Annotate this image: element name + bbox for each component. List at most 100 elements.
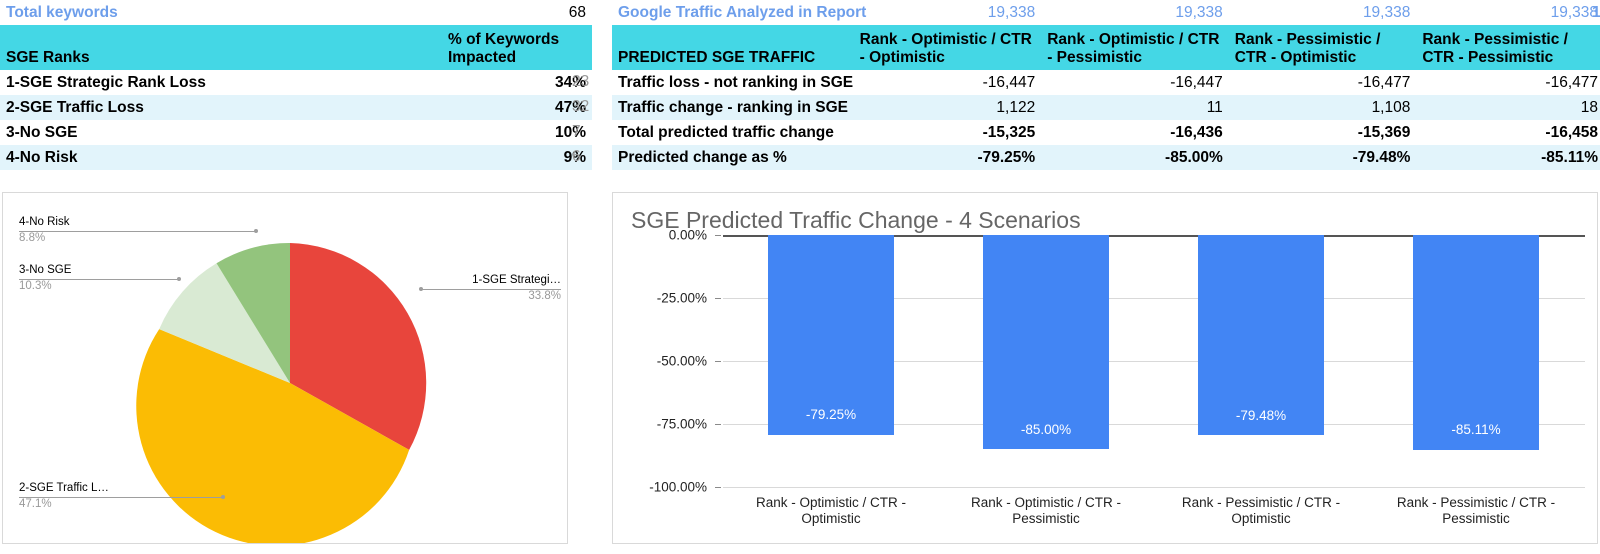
pie-label-pct: 33.8% xyxy=(528,289,561,302)
x-axis-label-scenario-3: Rank - Pessimistic / CTR - Optimistic xyxy=(1181,495,1341,526)
keyword-count: 23 xyxy=(572,73,590,90)
rank-pct: 34% xyxy=(442,70,592,95)
pie-leader-line xyxy=(19,497,224,498)
pie-leader-line xyxy=(421,289,561,290)
bar-value-label: -79.48% xyxy=(1235,408,1287,423)
pie-leader-dot xyxy=(177,277,181,281)
bar-scenario-2[interactable] xyxy=(983,235,1109,450)
sge-ranks-pie-chart-panel: 4-No Risk 8.8% 3-No SGE 10.3% 2-SGE Traf… xyxy=(2,192,568,544)
metric-label: Traffic loss - not ranking in SGE xyxy=(612,70,854,95)
header-scenario-3: Rank - Pessimistic / CTR - Optimistic xyxy=(1228,25,1417,70)
google-traffic-value: 19,338 xyxy=(1228,0,1417,25)
bar-scenario-1[interactable] xyxy=(768,235,894,435)
pie-chart: 4-No Risk 8.8% 3-No SGE 10.3% 2-SGE Traf… xyxy=(3,193,567,543)
pie-label-text: 4-No Risk xyxy=(19,216,70,228)
metric-value: -16,436 xyxy=(1041,120,1229,145)
pie-label-text: 3-No SGE xyxy=(19,264,72,276)
total-keywords-row: Total keywords 68 xyxy=(0,0,592,25)
x-axis-label-scenario-1: Rank - Optimistic / CTR - Optimistic xyxy=(755,495,906,526)
bar-value-label: -85.00% xyxy=(1020,422,1072,437)
pie-leader-dot xyxy=(221,495,225,499)
metric-label: Predicted change as % xyxy=(612,145,854,170)
bar-value-label: -85.11% xyxy=(1451,422,1501,437)
rank-name: 4-No Risk xyxy=(0,145,442,170)
pie-leader-line xyxy=(19,279,180,280)
table-row: 1-SGE Strategic Rank Loss 34% xyxy=(0,70,592,95)
tick-0 xyxy=(715,235,721,236)
google-traffic-value-clipped: 1 xyxy=(1592,4,1600,21)
table-row: Predicted change as % -79.25% -85.00% -7… xyxy=(612,145,1600,170)
rank-pct: 47% xyxy=(442,95,592,120)
tick-75 xyxy=(715,424,721,425)
predicted-traffic-header-row: PREDICTED SGE TRAFFIC Rank - Optimistic … xyxy=(612,25,1600,70)
google-traffic-value: 19,338 xyxy=(1416,0,1600,25)
metric-value: -79.25% xyxy=(853,145,1042,170)
bar-scenario-4[interactable] xyxy=(1413,235,1539,450)
metric-value: -15,325 xyxy=(853,120,1042,145)
table-row: Traffic change - ranking in SGE 1,122 11… xyxy=(612,95,1600,120)
sge-ranks-header-row: SGE Ranks % of Keywords Impacted xyxy=(0,25,592,70)
google-traffic-value: 19,338 xyxy=(1041,0,1229,25)
y-axis-label-50: -50.00% xyxy=(656,353,707,369)
sge-predicted-traffic-change-chart-panel: SGE Predicted Traffic Change - 4 Scenari… xyxy=(612,192,1598,544)
metric-value: -15,369 xyxy=(1228,120,1417,145)
table-row: 3-No SGE 10% xyxy=(0,120,592,145)
y-axis-label-25: -25.00% xyxy=(656,290,707,306)
pie-leader-line xyxy=(19,231,257,232)
header-scenario-4: Rank - Pessimistic / CTR - Pessimistic xyxy=(1416,25,1600,70)
metric-label: Total predicted traffic change xyxy=(612,120,854,145)
header-predicted-sge-traffic: PREDICTED SGE TRAFFIC xyxy=(612,25,854,70)
pie-label-pct: 47.1% xyxy=(19,497,52,510)
pie-leader-dot xyxy=(419,287,423,291)
metric-value: -16,458 xyxy=(1416,120,1600,145)
rank-pct: 10% xyxy=(442,120,592,145)
rank-pct: 9% xyxy=(442,145,592,170)
metric-value: -16,477 xyxy=(1228,70,1417,95)
total-keywords-value: 68 xyxy=(442,0,592,25)
total-keywords-label: Total keywords xyxy=(0,0,442,25)
pie-leader-dot xyxy=(254,229,258,233)
pie-label-text: 2-SGE Traffic L… xyxy=(19,482,109,494)
y-axis-label-0: 0.00% xyxy=(668,227,707,243)
keyword-count: 6 xyxy=(572,148,581,165)
header-pct-keywords-impacted: % of Keywords Impacted xyxy=(442,25,592,70)
table-row: 2-SGE Traffic Loss 47% xyxy=(0,95,592,120)
bar-scenario-3[interactable] xyxy=(1198,235,1324,436)
header-scenario-2: Rank - Optimistic / CTR - Pessimistic xyxy=(1041,25,1229,70)
rank-name: 1-SGE Strategic Rank Loss xyxy=(0,70,442,95)
pie-label-text: 1-SGE Strategi… xyxy=(472,274,561,286)
tick-50 xyxy=(715,361,721,362)
gridline-100 xyxy=(723,487,1585,488)
metric-value: 18 xyxy=(1416,95,1600,120)
metric-value: 1,122 xyxy=(853,95,1042,120)
google-traffic-value: 19,338 xyxy=(853,0,1042,25)
metric-label: Traffic change - ranking in SGE xyxy=(612,95,854,120)
rank-name: 3-No SGE xyxy=(0,120,442,145)
metric-value: -16,447 xyxy=(1041,70,1229,95)
google-traffic-analyzed-row: Google Traffic Analyzed in Report 19,338… xyxy=(612,0,1600,25)
metric-value: -79.48% xyxy=(1228,145,1417,170)
table-row: Traffic loss - not ranking in SGE -16,44… xyxy=(612,70,1600,95)
pie-label-pct: 10.3% xyxy=(19,279,52,292)
metric-value: -85.11% xyxy=(1416,145,1600,170)
metric-value: 1,108 xyxy=(1228,95,1417,120)
bar-value-label: -79.25% xyxy=(805,407,857,422)
tick-100 xyxy=(715,487,721,488)
metric-value: 11 xyxy=(1041,95,1229,120)
predicted-sge-traffic-table: Google Traffic Analyzed in Report 19,338… xyxy=(612,0,1600,170)
pie-label-pct: 8.8% xyxy=(19,231,46,244)
google-traffic-label: Google Traffic Analyzed in Report xyxy=(612,0,866,25)
y-axis-label-75: -75.00% xyxy=(656,416,707,432)
metric-value: -16,477 xyxy=(1416,70,1600,95)
keyword-count: 7 xyxy=(572,123,581,140)
metric-value: -85.00% xyxy=(1041,145,1229,170)
x-axis-label-scenario-4: Rank - Pessimistic / CTR - Pessimistic xyxy=(1396,495,1556,526)
table-row: Total predicted traffic change -15,325 -… xyxy=(612,120,1600,145)
header-scenario-1: Rank - Optimistic / CTR - Optimistic xyxy=(853,25,1042,70)
dashboard-page: Total keywords 68 SGE Ranks % of Keyword… xyxy=(0,0,1600,554)
keyword-count: 32 xyxy=(572,98,590,115)
header-sge-ranks: SGE Ranks xyxy=(0,25,442,70)
rank-name: 2-SGE Traffic Loss xyxy=(0,95,442,120)
sge-ranks-table: Total keywords 68 SGE Ranks % of Keyword… xyxy=(0,0,592,170)
tick-25 xyxy=(715,298,721,299)
